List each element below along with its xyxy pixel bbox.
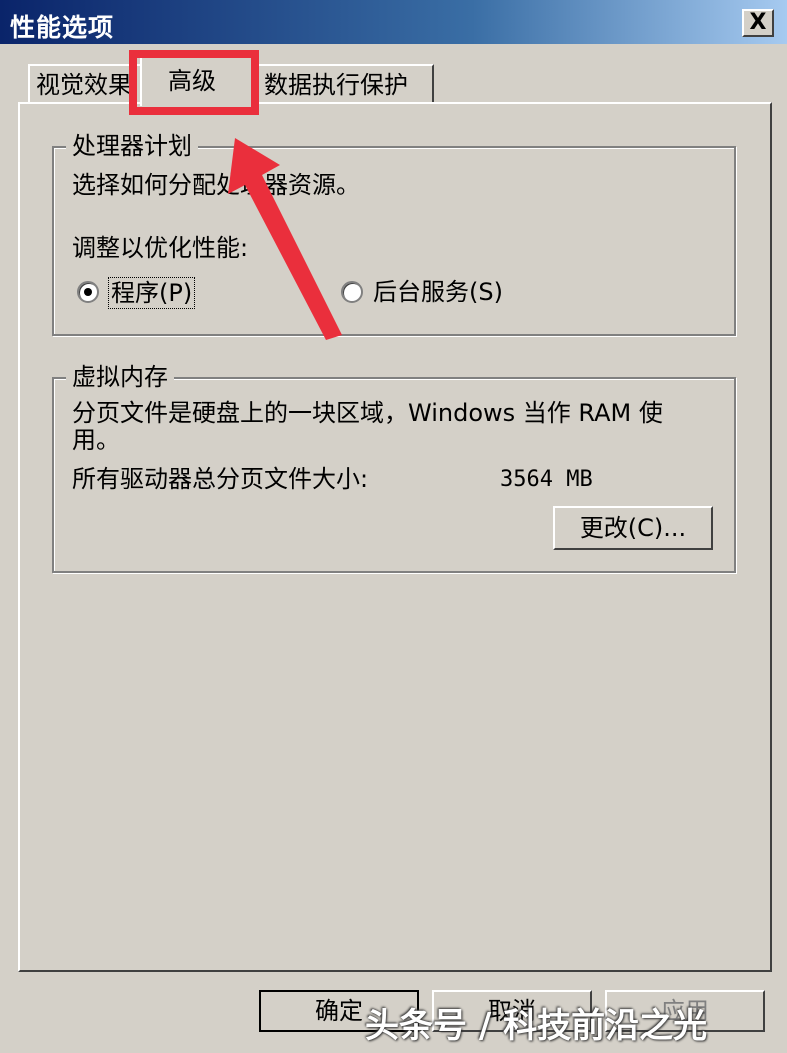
red-arrow-icon xyxy=(228,138,342,340)
watermark: 头条号 / 科技前沿之光 xyxy=(365,1006,708,1046)
highlight-box xyxy=(129,50,259,115)
